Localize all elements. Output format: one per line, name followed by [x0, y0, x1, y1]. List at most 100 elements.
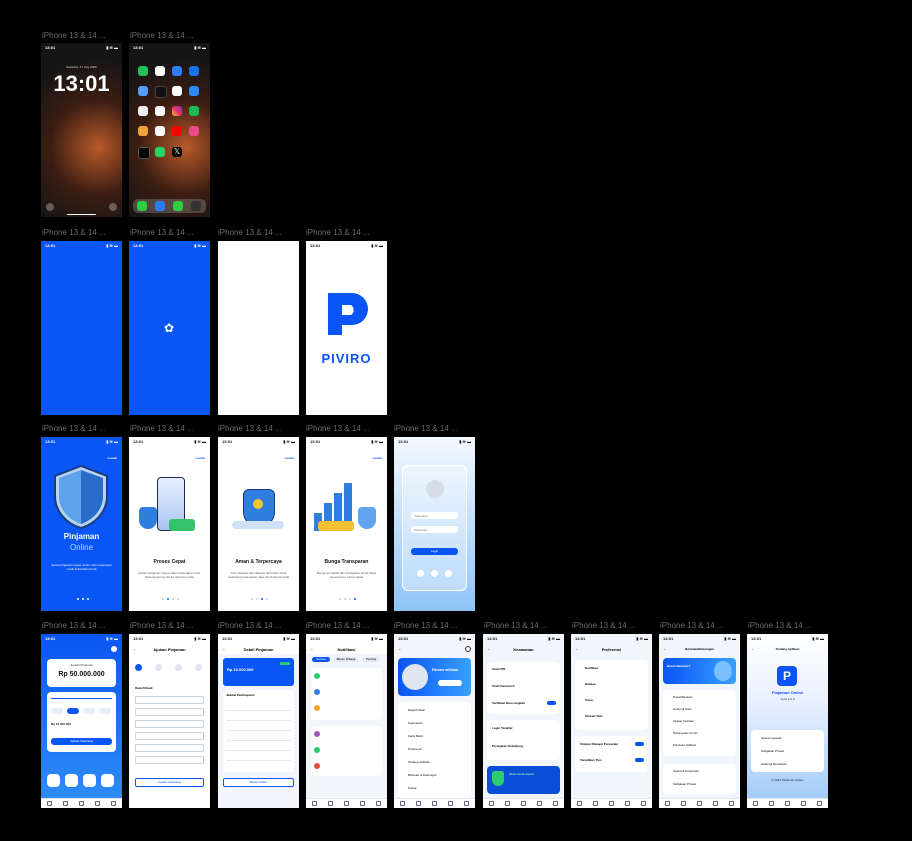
menu-item[interactable]: Ukuran Teks [585, 714, 603, 718]
settings-icon[interactable] [172, 66, 182, 76]
bell-icon[interactable] [608, 801, 614, 806]
bell-icon[interactable] [78, 801, 84, 806]
menu-item[interactable]: Kebijakan Privasi [673, 782, 696, 786]
menu-item[interactable]: Perangkat Terhubung [492, 744, 523, 748]
skip-link[interactable]: Lewati [196, 456, 205, 460]
notes-icon[interactable] [155, 126, 165, 136]
username-input[interactable] [411, 512, 458, 519]
weather-icon[interactable] [189, 86, 199, 96]
toggle[interactable] [635, 758, 644, 762]
menu-item[interactable]: Ubah PIN [492, 667, 505, 671]
youtube-icon[interactable] [172, 126, 182, 136]
menu-item[interactable]: Tentang Aplikasi [408, 760, 430, 764]
menu-item[interactable]: Pusat Bantuan [673, 695, 693, 699]
user-icon[interactable] [713, 801, 719, 806]
menu-tile[interactable] [47, 774, 60, 787]
facebook-icon[interactable] [431, 570, 438, 577]
doc-icon[interactable] [62, 801, 68, 806]
submit-button[interactable]: Ajukan Sekarang [135, 778, 204, 787]
text-field[interactable] [135, 744, 204, 752]
menu-item[interactable]: Bahasa [585, 682, 596, 686]
menu-item[interactable]: Syarat & Ketentuan [673, 769, 699, 773]
menu-item[interactable]: Verifikasi Dua Langkah [492, 701, 525, 705]
doc-icon[interactable] [504, 801, 510, 806]
menu-item[interactable]: Kebijakan Privasi [761, 749, 784, 753]
login-button[interactable]: Login [411, 548, 458, 555]
twitter-icon[interactable] [445, 570, 452, 577]
safari-icon[interactable] [155, 201, 165, 211]
doc-icon[interactable] [327, 801, 333, 806]
x-icon[interactable]: 𝕏 [172, 147, 182, 157]
toggle[interactable] [635, 742, 644, 746]
menu-item[interactable]: Hubungi Kami [673, 707, 692, 711]
menu-tile[interactable] [65, 774, 78, 787]
text-field[interactable] [135, 696, 204, 704]
user-icon[interactable] [537, 801, 543, 806]
gear-icon[interactable] [464, 801, 470, 806]
text-field[interactable] [135, 720, 204, 728]
home-icon[interactable] [46, 801, 52, 806]
menu-item[interactable]: Pertanyaan Umum [673, 731, 698, 735]
bell-icon[interactable] [784, 801, 790, 806]
doc-icon[interactable] [592, 801, 598, 806]
menu-item[interactable]: Data Pribadi [408, 708, 425, 712]
tenor-chip[interactable] [67, 708, 79, 714]
slider[interactable] [51, 698, 112, 699]
gear-icon[interactable] [553, 801, 559, 806]
phone-icon[interactable] [137, 201, 147, 211]
menu-item[interactable]: Bantuan & Dukungan [408, 773, 437, 777]
app-icon[interactable] [189, 126, 199, 136]
tab-unread[interactable]: Belum Dibaca [334, 657, 358, 662]
doc-icon[interactable] [415, 801, 421, 806]
user-icon[interactable] [360, 801, 366, 806]
menu-tile[interactable] [101, 774, 114, 787]
instagram-icon[interactable] [172, 106, 182, 116]
tenor-chip[interactable] [51, 708, 63, 714]
menu-item[interactable]: Ubah Password [492, 684, 515, 688]
bell-icon[interactable] [520, 801, 526, 806]
menu-item[interactable]: Notifikasi [585, 666, 599, 670]
skip-link[interactable]: Lewati [108, 456, 117, 460]
camera-icon[interactable] [191, 201, 201, 211]
home-icon[interactable] [488, 801, 494, 806]
text-field[interactable] [135, 708, 204, 716]
tiktok-icon[interactable] [138, 147, 150, 159]
user-icon[interactable] [448, 801, 454, 806]
gear-icon[interactable] [729, 801, 735, 806]
toggle[interactable] [547, 701, 556, 705]
user-icon[interactable] [95, 801, 101, 806]
google-icon[interactable] [417, 570, 424, 577]
photos-icon[interactable] [155, 106, 165, 116]
reminders-icon[interactable] [138, 106, 148, 116]
apply-button[interactable]: Ajukan Sekarang [51, 738, 112, 745]
bell-icon[interactable] [696, 801, 702, 806]
menu-item[interactable]: Keamanan [408, 721, 423, 725]
doc-icon[interactable] [680, 801, 686, 806]
tenor-chip[interactable] [83, 708, 95, 714]
tab-all[interactable]: Semua [312, 657, 330, 662]
maps-icon[interactable] [172, 86, 182, 96]
menu-item[interactable]: Hubungi Developer [761, 762, 787, 766]
mail-icon[interactable] [138, 86, 148, 96]
text-field[interactable] [135, 756, 204, 764]
messages-icon[interactable] [173, 201, 183, 211]
gear-icon[interactable] [465, 646, 471, 652]
password-input[interactable] [411, 526, 458, 533]
menu-item[interactable]: Kartu Bank [408, 734, 423, 738]
user-icon[interactable] [625, 801, 631, 806]
home-icon[interactable] [664, 801, 670, 806]
home-icon[interactable] [576, 801, 582, 806]
gear-icon[interactable] [111, 801, 117, 806]
gear-icon[interactable] [376, 801, 382, 806]
bell-icon[interactable] [343, 801, 349, 806]
gear-icon[interactable] [817, 801, 823, 806]
pay-button[interactable]: Bayar Cicilan [223, 778, 294, 787]
menu-item[interactable]: Keluar [408, 786, 417, 790]
skip-link[interactable]: Lewati [285, 456, 294, 460]
menu-item[interactable]: Preferensi [408, 747, 422, 751]
menu-item[interactable]: Login Terakhir [492, 726, 513, 730]
whatsapp-icon[interactable] [155, 147, 165, 157]
app-icon[interactable] [189, 66, 199, 76]
home-icon[interactable] [752, 801, 758, 806]
menu-item[interactable]: Tema [585, 698, 593, 702]
